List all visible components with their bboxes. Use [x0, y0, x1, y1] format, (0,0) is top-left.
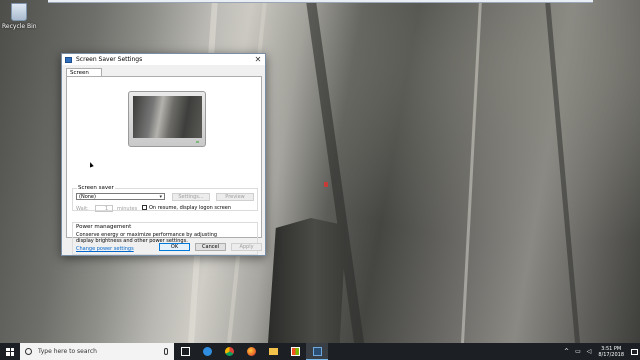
screen-saver-group-label: Screen saver — [77, 185, 115, 191]
search-placeholder: Type here to search — [38, 348, 97, 355]
network-icon[interactable]: ▭ — [572, 348, 584, 355]
wallpaper-climber — [324, 182, 328, 187]
wallpaper-rock-pillar — [268, 218, 346, 343]
chrome-icon — [224, 347, 234, 356]
recycle-bin-icon — [11, 3, 27, 21]
dialog-title: Screen Saver Settings — [76, 56, 143, 63]
power-management-title: Power management — [76, 224, 132, 230]
notification-icon — [630, 348, 638, 355]
chevron-down-icon: ▾ — [159, 194, 162, 200]
taskbar-app-firefox[interactable] — [240, 343, 262, 360]
minutes-label: minutes — [117, 206, 138, 212]
screen-saver-select[interactable]: (None) ▾ — [76, 193, 165, 200]
wallpaper-streak — [544, 0, 581, 343]
cancel-button[interactable]: Cancel — [195, 243, 226, 251]
wait-label: Wait: — [76, 206, 89, 212]
resume-logon-label[interactable]: On resume, display logon screen — [149, 205, 231, 211]
taskbar-app-file-explorer[interactable] — [262, 343, 284, 360]
windows-logo-icon — [6, 347, 14, 356]
volume-icon[interactable]: ◁ — [584, 348, 595, 355]
dialog-titlebar[interactable]: Screen Saver Settings ✕ — [62, 54, 265, 65]
monitor-preview-screen — [133, 96, 202, 138]
desktop-icon-label: Recycle Bin — [2, 23, 37, 30]
firefox-icon — [246, 347, 256, 356]
apply-button[interactable]: Apply — [231, 243, 262, 251]
taskbar-app-store[interactable] — [284, 343, 306, 360]
taskbar-app-edge[interactable] — [196, 343, 218, 360]
clock-time: 3:51 PM — [601, 345, 622, 352]
change-power-settings-link[interactable]: Change power settings — [76, 246, 134, 252]
action-center-button[interactable] — [628, 343, 640, 360]
taskbar-search-box[interactable]: Type here to search — [20, 343, 174, 360]
tab-panel: Screen saver (None) ▾ Settings... Previe… — [66, 76, 262, 255]
screen-saver-settings-icon — [312, 346, 322, 356]
screen-saver-selected-value: (None) — [79, 194, 96, 200]
background-window-edge — [48, 0, 593, 3]
wait-minutes-stepper[interactable]: 1 — [95, 205, 113, 212]
system-tray: ^ ▭ ◁ 3:51 PM 8/17/2018 — [561, 343, 640, 360]
show-hidden-icons-chevron-icon[interactable]: ^ — [561, 348, 572, 355]
taskbar-app-task-view[interactable] — [174, 343, 196, 360]
settings-button[interactable]: Settings... — [172, 193, 210, 201]
ok-button[interactable]: OK — [159, 243, 190, 251]
edge-icon — [202, 347, 212, 356]
cortana-icon — [25, 348, 32, 355]
monitor-icon — [65, 56, 72, 63]
microphone-icon[interactable] — [164, 348, 168, 355]
taskbar-app-screen-saver-settings[interactable] — [306, 343, 328, 360]
monitor-power-led-icon — [196, 141, 199, 143]
taskbar-app-chrome[interactable] — [218, 343, 240, 360]
wallpaper-streak — [461, 0, 482, 343]
taskbar: Type here to search ^ ▭ ◁ 3:51 PM 8/17/2… — [0, 343, 640, 360]
file-explorer-icon — [268, 348, 278, 355]
monitor-preview — [128, 91, 206, 147]
preview-button[interactable]: Preview — [216, 193, 254, 201]
taskbar-clock[interactable]: 3:51 PM 8/17/2018 — [594, 346, 628, 358]
store-icon — [290, 347, 300, 356]
desktop-icon-recycle-bin[interactable]: Recycle Bin — [2, 3, 37, 30]
task-view-icon — [180, 347, 190, 356]
clock-date: 8/17/2018 — [598, 351, 624, 358]
close-button[interactable]: ✕ — [251, 54, 265, 65]
resume-logon-checkbox[interactable] — [142, 205, 147, 210]
start-button[interactable] — [0, 343, 20, 360]
screen-saver-settings-dialog: Screen Saver Settings ✕ Screen Saver Scr… — [61, 53, 266, 256]
